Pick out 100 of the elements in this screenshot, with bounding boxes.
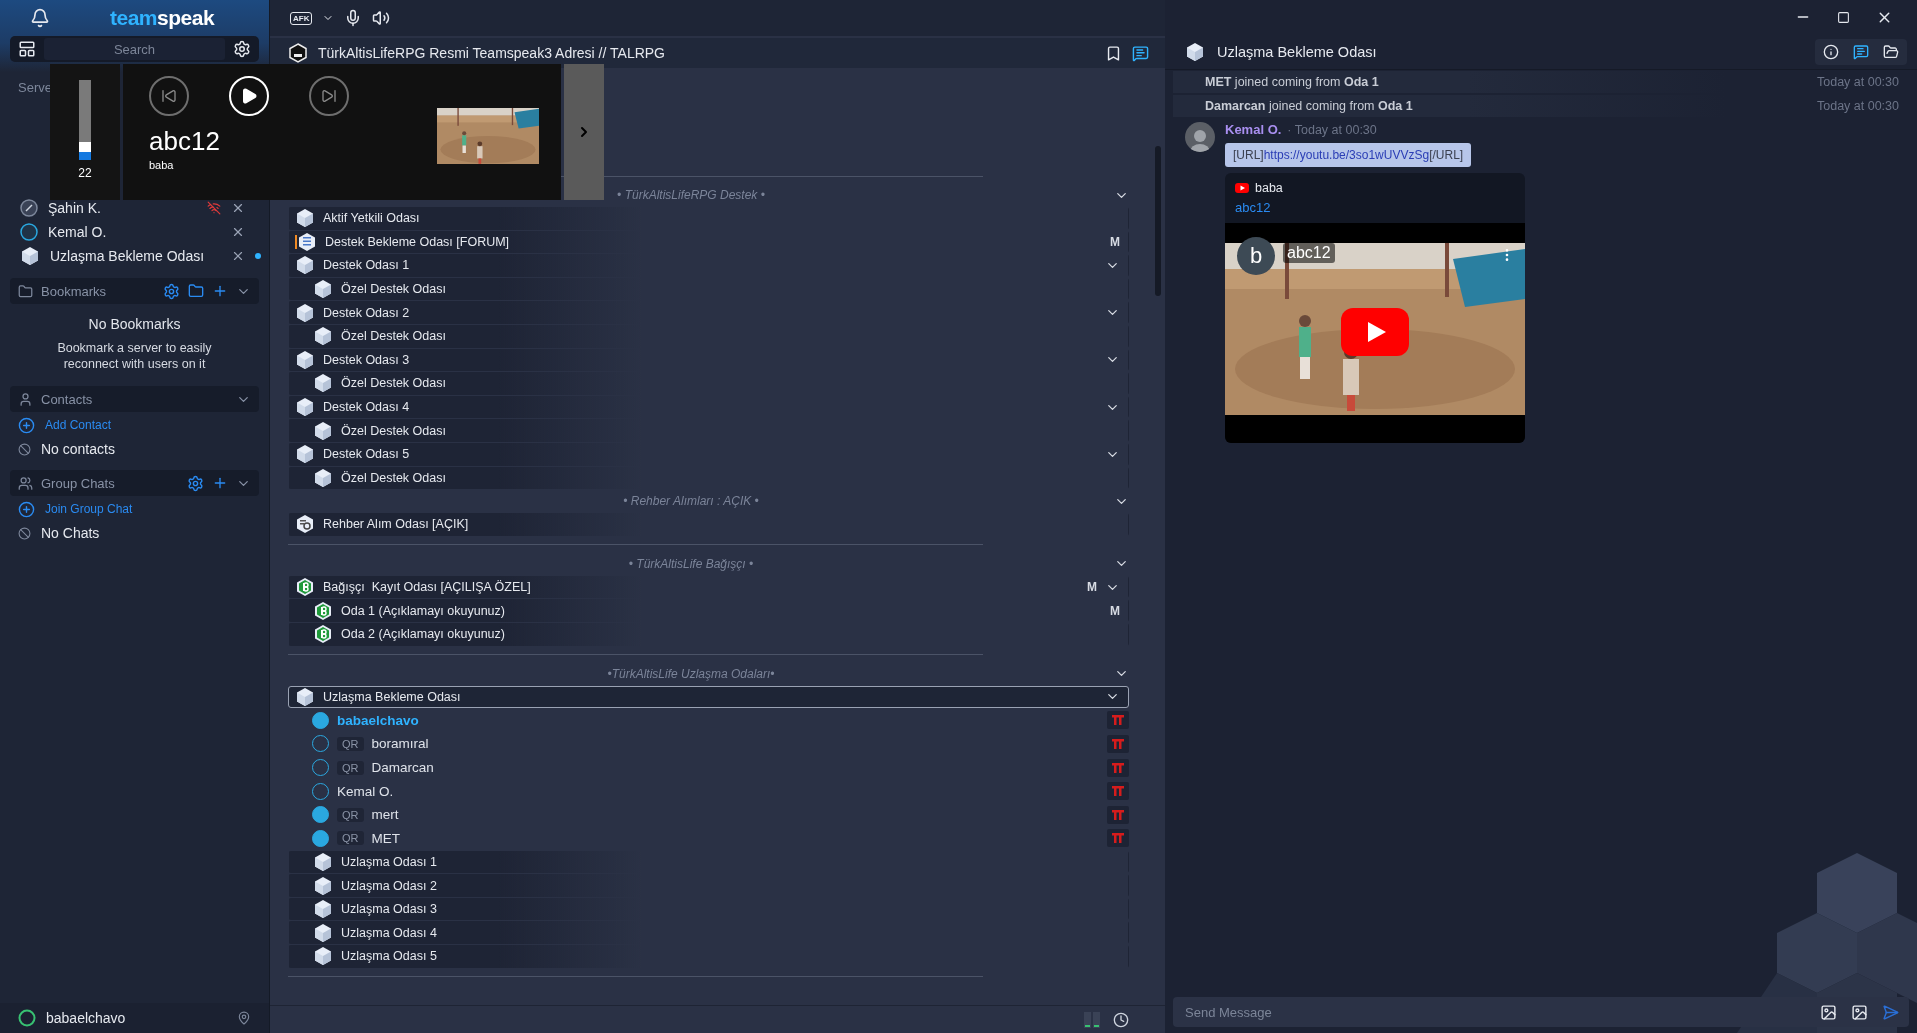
group-icon — [1107, 758, 1129, 777]
close-button[interactable] — [231, 201, 245, 215]
channel-row[interactable]: Özel Destek Odası — [288, 419, 1129, 442]
play-button[interactable] — [229, 76, 269, 116]
server-tab[interactable]: Kemal O. — [0, 220, 269, 244]
settings-button[interactable] — [233, 40, 251, 58]
maximize-button[interactable] — [1837, 10, 1850, 24]
timestamp: · Today at 00:30 — [1287, 123, 1377, 137]
channel-row[interactable]: Destek Odası 1 — [288, 254, 1129, 277]
files-button[interactable] — [1883, 43, 1899, 60]
location-icon[interactable] — [237, 1011, 251, 1025]
user-name: Damarcan — [371, 760, 435, 776]
afk-button[interactable]: AFK — [290, 11, 313, 25]
channel-row[interactable]: Özel Destek Odası — [288, 324, 1129, 348]
channel-row[interactable]: Uzlaşma Odası 5 — [288, 945, 1129, 968]
moderated-label: M — [1110, 603, 1120, 618]
channel-row[interactable]: Uzlaşma Odası 2 — [288, 874, 1129, 897]
circle-icon — [20, 223, 38, 241]
channel-row[interactable]: Destek Odası 5 — [288, 442, 1129, 466]
chat-button[interactable] — [1853, 43, 1869, 60]
cube-icon — [313, 326, 333, 347]
channel-row[interactable]: Bağışçı Kayıt Odası [AÇILIŞA ÖZEL] M — [288, 575, 1129, 599]
moderated-label: M — [1110, 234, 1120, 249]
channel-row[interactable]: Destek Odası 3 — [288, 348, 1129, 372]
user-row[interactable]: QR boramıral — [288, 732, 1129, 756]
user-row[interactable]: Kemal O. — [288, 779, 1129, 803]
join-chat-link[interactable]: Join Group Chat — [45, 502, 133, 516]
add-button[interactable] — [212, 283, 228, 299]
user-row[interactable]: QR MET — [288, 827, 1129, 850]
channel-row[interactable]: Özel Destek Odası — [288, 372, 1129, 395]
clock-icon[interactable] — [1113, 1011, 1129, 1028]
server-title: TürkAltisLifeRPG Resmi Teamspeak3 Adresi // TALRPG — [318, 45, 666, 61]
preview-title-link[interactable]: abc12 — [1225, 195, 1525, 223]
channel-row[interactable]: Özel Destek Odası — [288, 466, 1129, 490]
channel-row[interactable]: Uzlaşma Odası 1 — [288, 850, 1129, 874]
channel-row[interactable]: Oda 1 (Açıklamayı okuyunuz) M — [288, 599, 1129, 622]
channel-row[interactable]: Oda 2 (Açıklamayı okuyunuz) — [288, 622, 1129, 646]
folder-button[interactable] — [188, 283, 204, 299]
group-icon — [1107, 711, 1129, 730]
user-name: Kemal O. — [337, 783, 395, 799]
layout-button[interactable] — [18, 40, 36, 58]
channel-row[interactable]: Destek Odası 2 — [288, 301, 1129, 324]
add-button[interactable] — [212, 475, 228, 491]
volume-track[interactable] — [79, 80, 91, 160]
join-event: Damarcan joined coming from Oda 1 — [1205, 99, 1414, 113]
section-title: Group Chats — [41, 475, 116, 491]
user-tag: QR — [337, 807, 364, 822]
cube-icon — [313, 420, 333, 441]
send-button[interactable] — [1882, 1003, 1899, 1021]
channel-spacer: • Rehber Alımları : AÇIK • — [622, 494, 760, 509]
channel-row[interactable]: Destek Odası 4 — [288, 395, 1129, 419]
empty-text: No Chats — [41, 525, 100, 541]
join-event: MET joined coming from Oda 1 — [1205, 75, 1380, 89]
person-icon — [18, 391, 33, 407]
notifications-button[interactable] — [30, 8, 50, 28]
previous-button[interactable] — [149, 76, 189, 116]
channel-row[interactable]: Uzlaşma Odası 3 — [288, 897, 1129, 921]
logo-text: teamspeak — [110, 6, 215, 30]
channel-row[interactable]: Rehber Alım Odası [AÇIK] — [288, 513, 1129, 536]
server-tab[interactable]: Şahin K. — [0, 196, 269, 220]
empty-title: No Bookmarks — [87, 316, 182, 332]
media-title: abc12 — [149, 126, 221, 157]
speaker-button[interactable] — [372, 9, 391, 27]
user-row[interactable]: QR Damarcan — [288, 756, 1129, 779]
channel-row[interactable]: Özel Destek Odası — [288, 277, 1129, 301]
cube-icon — [295, 397, 315, 418]
next-button[interactable] — [309, 76, 349, 116]
url-link[interactable]: https://youtu.be/3so1wUVVzSg — [1263, 148, 1430, 162]
add-contact-link[interactable]: Add Contact — [45, 418, 112, 432]
scrollbar[interactable] — [1155, 146, 1161, 296]
channel-row[interactable]: Uzlaşma Bekleme Odası — [288, 685, 1129, 709]
close-button[interactable] — [231, 225, 245, 239]
message-field[interactable]: Send Message — [1173, 997, 1909, 1027]
user-tag: QR — [337, 831, 364, 846]
cube-icon — [313, 373, 333, 394]
cube-icon — [313, 946, 333, 967]
avatar-icon — [1185, 122, 1215, 152]
info-button[interactable] — [1823, 43, 1839, 60]
user-row[interactable]: QR mert — [288, 803, 1129, 827]
server-tab[interactable]: Uzlaşma Bekleme Odası — [0, 244, 269, 268]
channel-row[interactable]: Aktif Yetkili Odası — [288, 207, 1129, 230]
user-row[interactable]: babaelchavo — [288, 709, 1129, 732]
search-field[interactable]: Search — [44, 38, 225, 60]
media-artist: baba — [149, 159, 175, 171]
group-icon — [1107, 735, 1129, 753]
cube-icon — [313, 899, 333, 920]
notes-icon — [295, 231, 317, 252]
image-button[interactable] — [1820, 1003, 1837, 1021]
bookmark-button[interactable] — [1105, 44, 1122, 62]
close-button[interactable] — [231, 249, 245, 263]
cube-icon — [313, 279, 333, 300]
channel-info-button[interactable] — [1132, 44, 1149, 62]
compass-icon — [20, 199, 38, 217]
channel-row[interactable]: Destek Bekleme Odası [FORUM] M — [288, 230, 1129, 254]
message-input[interactable]: Send Message — [1183, 1003, 1806, 1021]
cube-icon — [20, 246, 40, 266]
cube-icon — [295, 444, 315, 465]
play-icon — [240, 87, 258, 105]
user-tag: QR — [337, 760, 364, 775]
channel-row[interactable]: Uzlaşma Odası 4 — [288, 921, 1129, 945]
